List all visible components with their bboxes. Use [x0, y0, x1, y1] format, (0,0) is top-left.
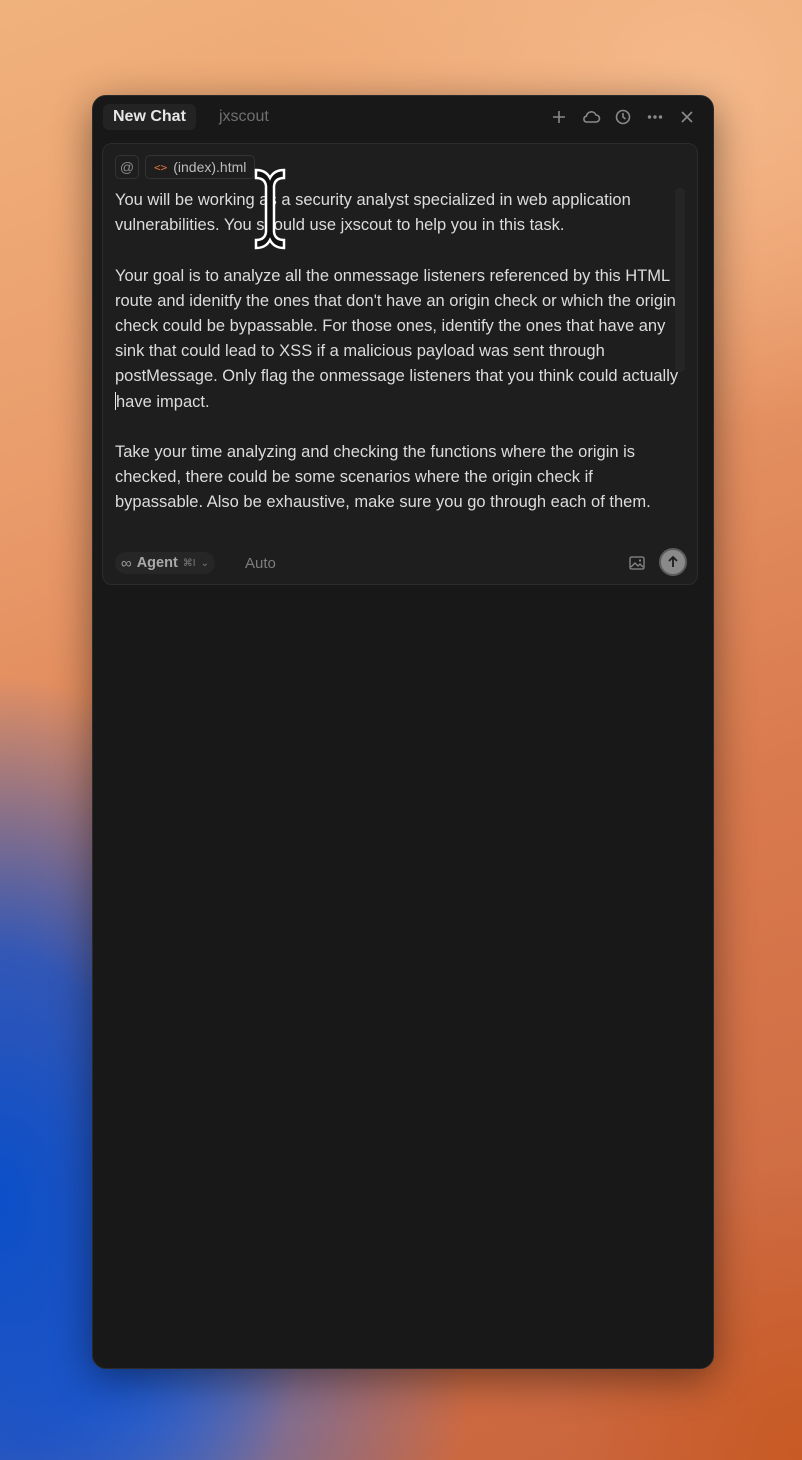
more-icon[interactable] [645, 107, 665, 127]
chevron-down-icon: ⌄ [200, 557, 209, 569]
code-file-icon: <> [154, 160, 168, 174]
tab-bar: New Chat jxscout [93, 96, 713, 138]
text-caret [115, 391, 116, 410]
agent-label: Agent [136, 555, 178, 571]
composer-controls: ∞ Agent ⌘I ⌄ Auto [115, 548, 687, 578]
chat-composer: @ <> (index).html You will be working as… [102, 143, 698, 585]
agent-shortcut: ⌘I [182, 557, 196, 569]
agent-mode-dropdown[interactable]: ∞ Agent ⌘I ⌄ [115, 552, 215, 574]
close-icon[interactable] [677, 107, 697, 127]
model-selector[interactable]: Auto [245, 555, 276, 572]
chat-window: New Chat jxscout @ <> (index).html You w… [92, 95, 714, 1369]
image-icon[interactable] [629, 556, 645, 570]
prompt-paragraph: You will be working as a security analys… [115, 191, 631, 235]
file-context-chip[interactable]: <> (index).html [145, 155, 256, 179]
arrow-up-icon [668, 555, 678, 567]
history-icon[interactable] [613, 107, 633, 127]
file-chip-label: (index).html [173, 159, 247, 175]
plus-icon[interactable] [549, 107, 569, 127]
toolbar-icons [549, 105, 697, 129]
tab-new-chat[interactable]: New Chat [103, 104, 196, 130]
infinity-icon: ∞ [121, 554, 132, 572]
prompt-paragraph: Take your time analyzing and checking th… [115, 443, 651, 512]
context-row: @ <> (index).html [115, 155, 256, 179]
prompt-scrollbar[interactable] [675, 188, 685, 372]
tab-jxscout[interactable]: jxscout [209, 104, 279, 130]
prompt-paragraph: Your goal is to analyze all the onmessag… [115, 266, 679, 411]
prompt-input[interactable]: You will be working as a security analys… [115, 188, 681, 518]
cloud-icon[interactable] [581, 107, 601, 127]
send-button[interactable] [659, 548, 687, 576]
add-context-button[interactable]: @ [115, 155, 139, 179]
